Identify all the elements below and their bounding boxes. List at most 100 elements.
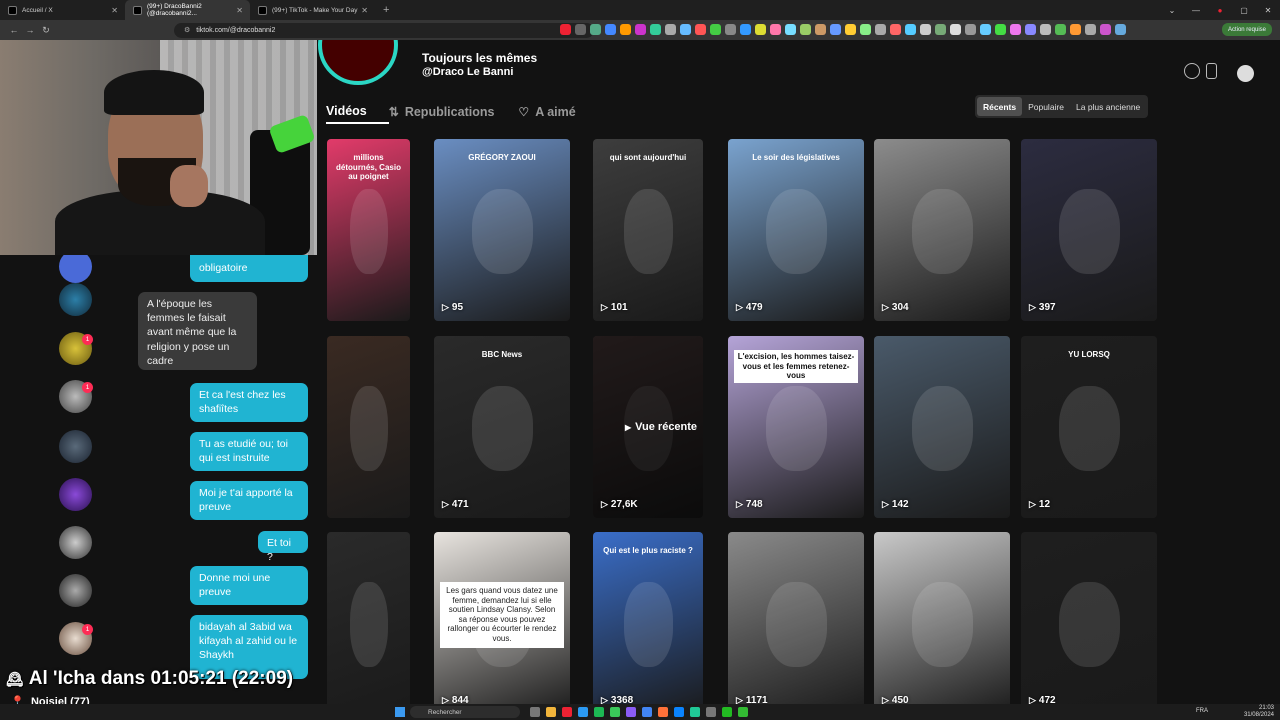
extension-icon[interactable] (635, 24, 646, 35)
extension-icon[interactable] (590, 24, 601, 35)
taskbar-app-icon[interactable] (690, 707, 700, 717)
sort-oldest-button[interactable]: La plus ancienne (1070, 97, 1146, 116)
extension-icon[interactable] (830, 24, 841, 35)
extension-icon[interactable] (665, 24, 676, 35)
chevron-down-icon[interactable]: ⌄ (1160, 6, 1184, 15)
minimize-button[interactable]: — (1184, 6, 1208, 15)
extension-icon[interactable] (560, 24, 571, 35)
extension-icon[interactable] (950, 24, 961, 35)
clock[interactable]: 21:03 31/08/2024 (1244, 705, 1274, 719)
video-card[interactable]: 397 (1021, 139, 1157, 321)
video-card[interactable]: 142 (874, 336, 1010, 518)
profile-avatar[interactable] (318, 40, 398, 85)
extension-icon[interactable] (680, 24, 691, 35)
reload-icon[interactable]: ↻ (38, 25, 54, 36)
taskbar-app-icon[interactable] (722, 707, 732, 717)
video-card[interactable]: Vue récente27,6K (593, 336, 703, 518)
extension-icon[interactable] (995, 24, 1006, 35)
extension-icon[interactable] (815, 24, 826, 35)
extension-icon[interactable] (965, 24, 976, 35)
browser-tab[interactable]: (99+) TikTok - Make Your Day ✕ (250, 0, 375, 20)
taskbar-app-icon[interactable] (562, 707, 572, 717)
video-card[interactable]: 450 (874, 532, 1010, 704)
taskbar-app-icon[interactable] (610, 707, 620, 717)
extension-icon[interactable] (980, 24, 991, 35)
extension-icon[interactable] (1010, 24, 1021, 35)
extension-icon[interactable] (1055, 24, 1066, 35)
browser-tab-active[interactable]: (99+) DracoBanni2 (@dracobanni2... ✕ (125, 0, 250, 20)
extension-icon[interactable] (710, 24, 721, 35)
video-card[interactable]: YU LORSQ 12 (1021, 336, 1157, 518)
video-card[interactable]: GRÉGORY ZAOUI 95 (434, 139, 570, 321)
taskbar-app-icon[interactable] (642, 707, 652, 717)
back-icon[interactable]: ← (6, 25, 22, 35)
language-indicator[interactable]: FRA (1196, 708, 1208, 714)
taskbar-app-icon[interactable] (706, 707, 716, 717)
close-icon[interactable]: ✕ (361, 6, 368, 15)
extension-icon[interactable] (740, 24, 751, 35)
extension-icon[interactable] (620, 24, 631, 35)
conversation-avatar[interactable] (59, 526, 92, 559)
video-card[interactable]: 1171 (728, 532, 864, 704)
tab-republications[interactable]: ⇅ Republications (389, 100, 519, 124)
taskbar-app-icon[interactable] (658, 707, 668, 717)
extension-icon[interactable] (920, 24, 931, 35)
video-card[interactable]: 304 (874, 139, 1010, 321)
taskbar-app-icon[interactable] (530, 707, 540, 717)
video-card[interactable]: L'excision, les hommes taisez-vous et le… (728, 336, 864, 518)
extension-icon[interactable] (1085, 24, 1096, 35)
extension-icon[interactable] (770, 24, 781, 35)
extension-icon[interactable] (875, 24, 886, 35)
action-required-button[interactable]: Action requise (1221, 23, 1272, 36)
extension-icon[interactable] (725, 24, 736, 35)
video-card[interactable]: 472 (1021, 532, 1157, 704)
taskbar-app-icon[interactable] (578, 707, 588, 717)
taskbar-app-icon[interactable] (626, 707, 636, 717)
new-tab-button[interactable]: + (383, 4, 389, 16)
video-card[interactable]: Qui est le plus raciste ? 3368 (593, 532, 703, 704)
extension-icon[interactable] (575, 24, 586, 35)
sort-popular-button[interactable]: Populaire (1022, 97, 1070, 116)
browser-tab[interactable]: Accueil / X ✕ (0, 0, 125, 20)
taskbar-app-icon[interactable] (674, 707, 684, 717)
sort-recent-button[interactable]: Récents (977, 97, 1023, 116)
forward-icon[interactable]: → (22, 25, 38, 35)
extension-icon[interactable] (845, 24, 856, 35)
taskbar-search[interactable]: Rechercher (410, 706, 520, 718)
close-icon[interactable]: ✕ (236, 6, 243, 15)
conversation-avatar[interactable] (59, 255, 92, 283)
site-info-icon[interactable]: ⚙ (184, 26, 190, 34)
video-card[interactable]: BBC News 471 (434, 336, 570, 518)
taskbar-app-icon[interactable] (594, 707, 604, 717)
extension-icon[interactable] (905, 24, 916, 35)
taskbar-app-icon[interactable] (546, 707, 556, 717)
close-icon[interactable]: ✕ (111, 6, 118, 15)
extension-icon[interactable] (860, 24, 871, 35)
extension-icon[interactable] (650, 24, 661, 35)
close-window-button[interactable]: ✕ (1256, 6, 1280, 15)
extension-icon[interactable] (785, 24, 796, 35)
taskbar-app-icon[interactable] (738, 707, 748, 717)
conversation-avatar[interactable] (59, 430, 92, 463)
extension-icon[interactable] (695, 24, 706, 35)
tab-videos[interactable]: Vidéos (326, 100, 389, 124)
url-field[interactable]: ⚙ tiktok.com/@dracobanni2 (174, 22, 594, 38)
conversation-avatar[interactable] (59, 478, 92, 511)
extension-icon[interactable] (1115, 24, 1126, 35)
extension-icon[interactable] (800, 24, 811, 35)
extension-icon[interactable] (890, 24, 901, 35)
video-card[interactable] (327, 336, 410, 518)
conversation-avatar[interactable] (59, 574, 92, 607)
video-card[interactable]: qui sont aujourd'hui 101 (593, 139, 703, 321)
extension-icon[interactable] (935, 24, 946, 35)
conversation-avatar[interactable] (59, 283, 92, 316)
video-card[interactable]: Les gars quand vous datez une femme, dem… (434, 532, 570, 704)
phone-icon[interactable] (1206, 63, 1217, 79)
maximize-button[interactable]: ▢ (1232, 6, 1256, 15)
extension-icon[interactable] (1070, 24, 1081, 35)
extension-icon[interactable] (1100, 24, 1111, 35)
extension-icon[interactable] (1040, 24, 1051, 35)
video-card[interactable]: Le soir des législatives 479 (728, 139, 864, 321)
video-card[interactable]: millions détournés, Casio au poignet (327, 139, 410, 321)
windows-start-icon[interactable] (395, 707, 405, 717)
